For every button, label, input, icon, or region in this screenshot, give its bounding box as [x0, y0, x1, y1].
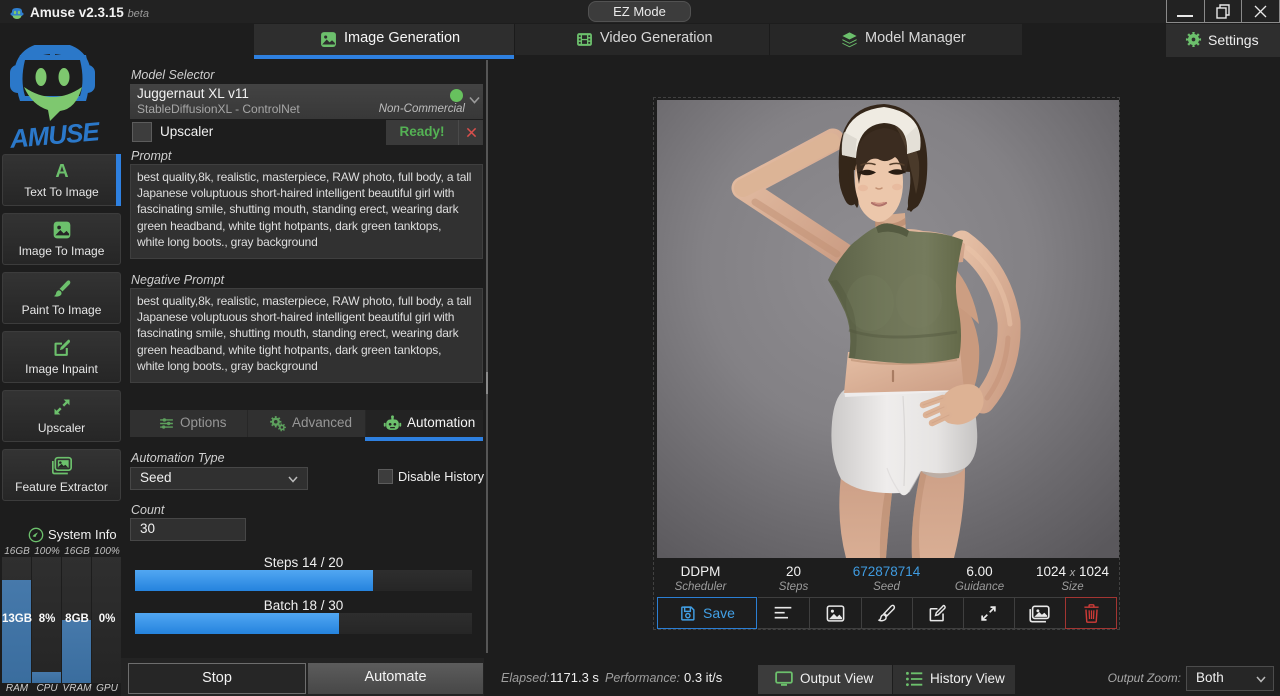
svg-text:A: A	[55, 161, 68, 181]
svg-text:AMUSE: AMUSE	[8, 116, 101, 150]
